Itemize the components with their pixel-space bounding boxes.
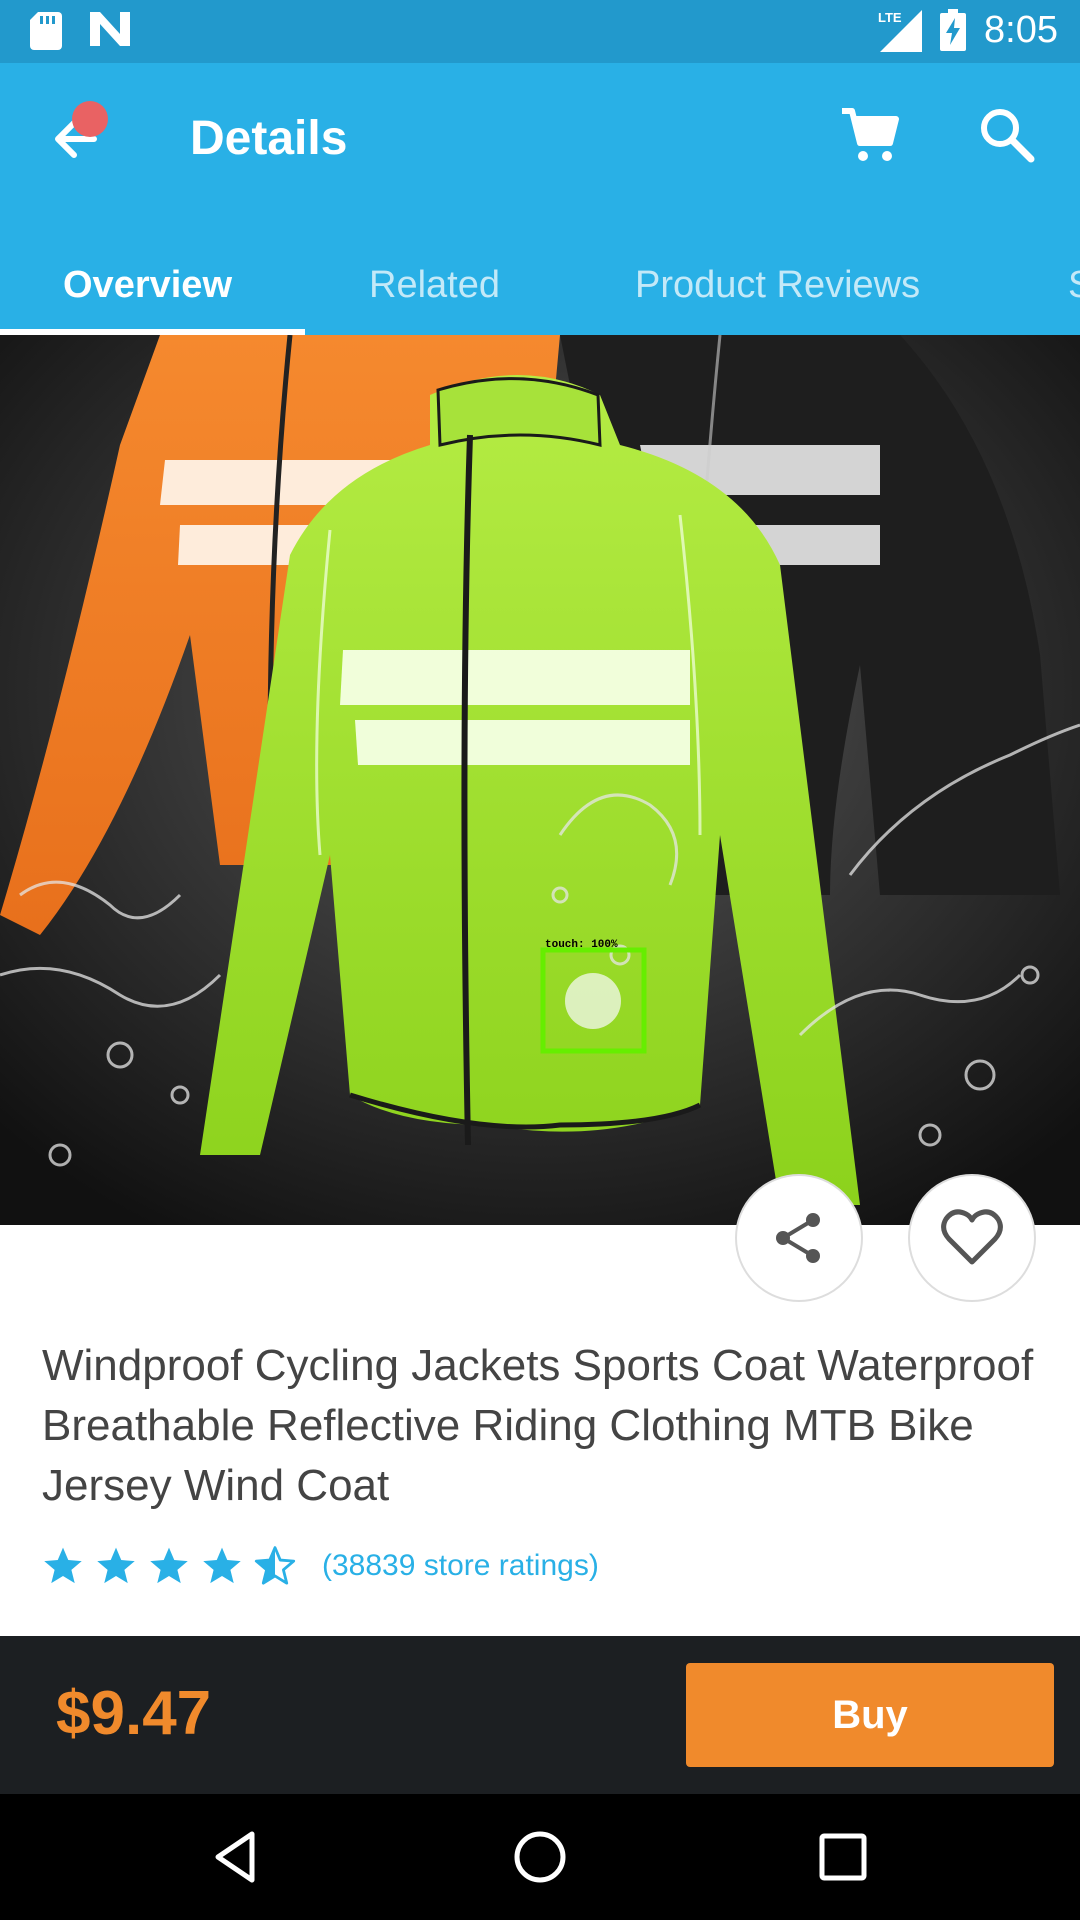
search-icon — [981, 109, 1035, 163]
notification-dot — [72, 101, 108, 137]
triangle-back-icon — [215, 1831, 255, 1883]
star-icon — [150, 1547, 188, 1584]
price: $9.47 — [56, 1679, 212, 1748]
heart-icon — [941, 1209, 1003, 1265]
tab-partial[interactable]: S — [1068, 235, 1080, 335]
tab-overview[interactable]: Overview — [63, 235, 232, 335]
cart-icon — [842, 108, 899, 161]
lte-signal-icon: LTE — [878, 10, 923, 52]
buy-button[interactable]: Buy — [686, 1663, 1054, 1767]
cart-button[interactable] — [838, 103, 902, 167]
search-button[interactable] — [975, 103, 1039, 167]
half-star-icon — [254, 1546, 296, 1585]
rating-stars — [42, 1545, 296, 1587]
sd-card-icon — [30, 12, 62, 50]
rating-row[interactable]: (38839 store ratings) — [42, 1545, 599, 1587]
system-nav-bar — [0, 1794, 1080, 1920]
tab-related[interactable]: Related — [369, 235, 500, 335]
star-icon — [44, 1547, 82, 1584]
n-app-icon — [90, 12, 130, 46]
rating-count[interactable]: (38839 store ratings) — [322, 1549, 599, 1583]
share-button[interactable] — [735, 1174, 863, 1302]
circle-home-icon — [514, 1831, 566, 1883]
star-icon — [97, 1547, 135, 1584]
status-time: 8:05 — [984, 8, 1058, 51]
product-image[interactable]: touch: 100% — [0, 335, 1080, 1225]
share-icon — [776, 1213, 820, 1263]
favorite-button[interactable] — [908, 1174, 1036, 1302]
battery-charging-icon — [940, 9, 967, 51]
nav-back-button[interactable] — [200, 1822, 270, 1892]
square-recents-icon — [819, 1833, 867, 1881]
tab-product-reviews[interactable]: Product Reviews — [635, 235, 920, 335]
nav-home-button[interactable] — [505, 1822, 575, 1892]
product-photo: touch: 100% — [0, 335, 1080, 1225]
buy-bar: $9.47 Buy — [0, 1636, 1080, 1794]
app-bar: Details Overview Related Product Reviews… — [0, 63, 1080, 335]
page-title: Details — [190, 112, 348, 165]
product-title: Windproof Cycling Jackets Sports Coat Wa… — [42, 1341, 1034, 1510]
svg-text:LTE: LTE — [878, 10, 902, 25]
touch-label: touch: 100% — [545, 939, 618, 951]
tab-bar: Overview Related Product Reviews S — [0, 235, 1080, 335]
status-bar: LTE 8:05 — [0, 0, 1080, 63]
star-icon — [203, 1547, 241, 1584]
nav-recents-button[interactable] — [808, 1822, 878, 1892]
